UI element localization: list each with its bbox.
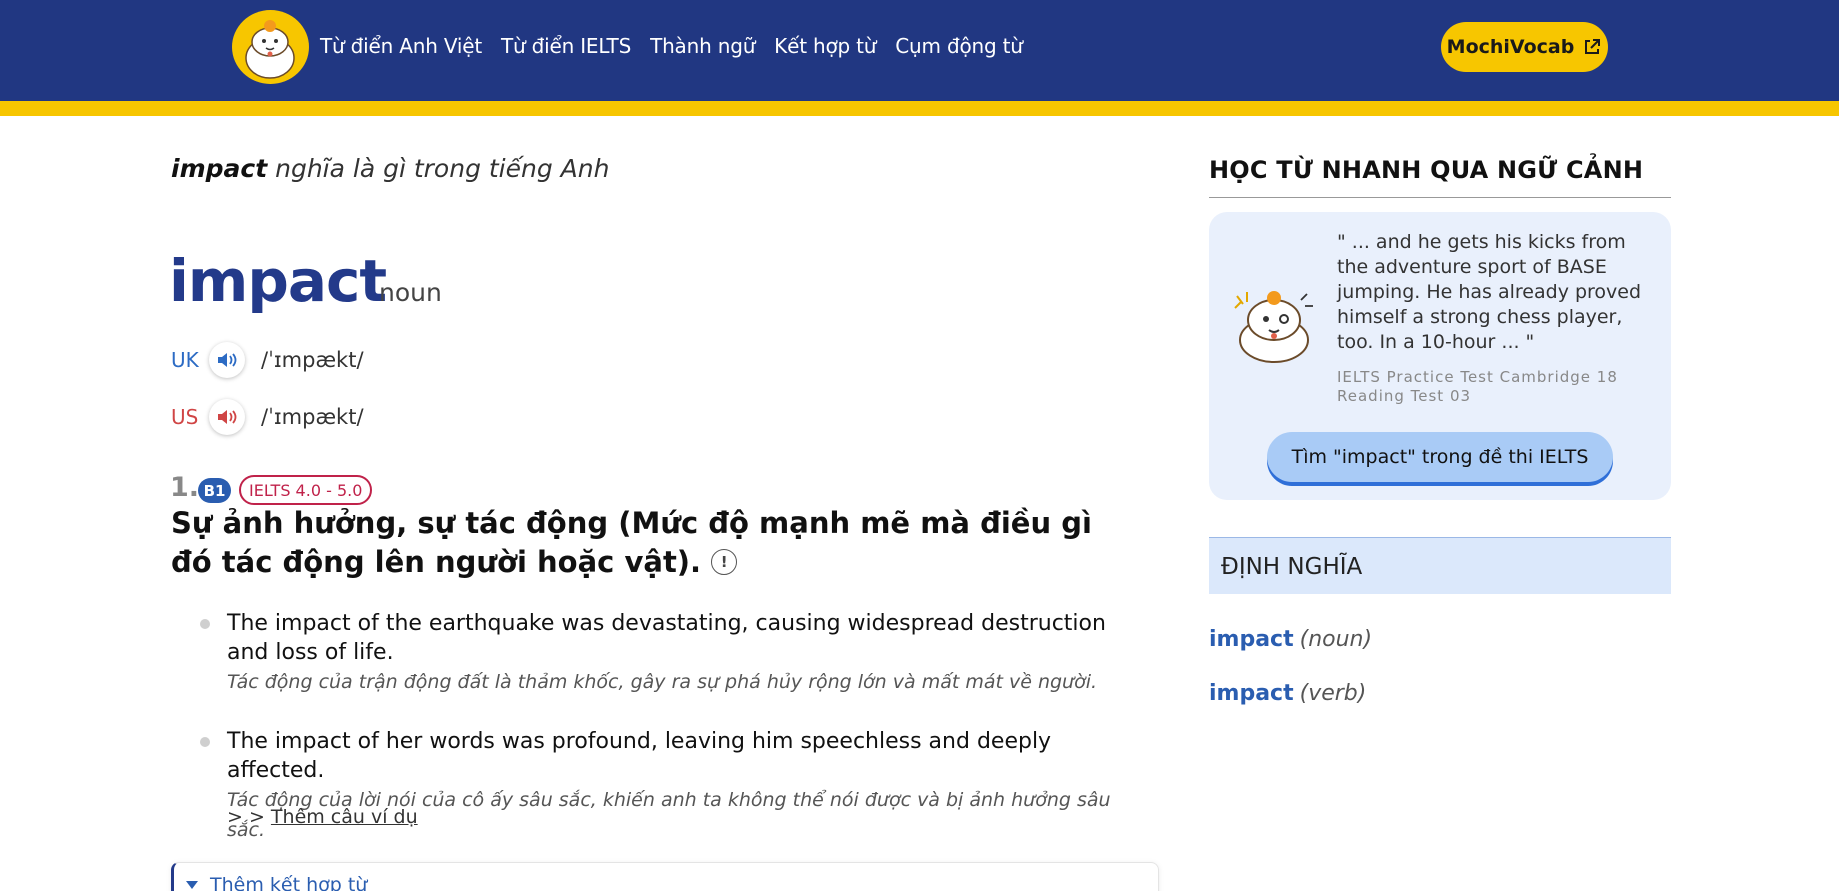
part-of-speech: noun (379, 278, 442, 307)
page-heading: impact nghĩa là gì trong tiếng Anh (171, 154, 609, 183)
info-icon[interactable]: ! (711, 549, 738, 575)
example-en: The impact of the earthquake was devasta… (227, 611, 1106, 665)
pron-uk-ipa: /ˈɪmpækt/ (261, 348, 364, 372)
pron-us-label: US (171, 405, 199, 429)
caret-down-icon (186, 881, 198, 889)
nav-dictionary-en-vi[interactable]: Từ điển Anh Việt (320, 34, 482, 58)
definition-pos: (noun) (1299, 627, 1373, 652)
more-prefix: > > (227, 806, 271, 828)
pron-us-ipa: /ˈɪmpækt/ (261, 405, 364, 429)
pron-uk-label: UK (171, 348, 199, 372)
nav-idioms[interactable]: Thành ngữ (650, 34, 755, 58)
section-divider (1209, 197, 1671, 198)
external-link-icon (1585, 39, 1601, 54)
definition-section-header: ĐỊNH NGHĨA (1209, 537, 1671, 594)
context-source: IELTS Practice Test Cambridge 18 Reading… (1337, 368, 1618, 405)
definition-word: impact (1209, 681, 1294, 706)
navbar-stripe (0, 101, 1839, 116)
context-section-title: HỌC TỪ NHANH QUA NGỮ CẢNH (1209, 156, 1644, 184)
mascot-icon (1234, 291, 1313, 363)
definition-pos: (verb) (1299, 681, 1367, 706)
main-nav: Từ điển Anh Việt Từ điển IELTS Thành ngữ… (320, 34, 1042, 58)
definition-link-noun[interactable]: impact (noun) (1209, 627, 1372, 652)
nav-ielts-dictionary[interactable]: Từ điển IELTS (501, 34, 631, 58)
speaker-icon (218, 410, 237, 424)
speaker-icon (218, 353, 237, 367)
definition-section-title: ĐỊNH NGHĨA (1221, 554, 1363, 580)
mascot-icon (245, 20, 295, 79)
definition-word: impact (1209, 627, 1294, 652)
nav-collocations[interactable]: Kết hợp từ (774, 34, 876, 58)
ielts-band-badge: IELTS 4.0 - 5.0 (239, 475, 373, 505)
more-examples-link[interactable]: Thêm câu ví dụ (271, 806, 418, 828)
definition-link-verb[interactable]: impact (verb) (1209, 681, 1366, 706)
heading-rest: nghĩa là gì trong tiếng Anh (267, 154, 610, 183)
sense-definition: Sự ảnh hưởng, sự tác động (Mức độ mạnh m… (171, 504, 1121, 582)
bullet-dot (200, 619, 210, 629)
pron-uk: UK /ˈɪmpækt/ (171, 342, 364, 378)
sense-number: 1. (170, 472, 200, 503)
definition-text: Sự ảnh hưởng, sự tác động (Mức độ mạnh m… (171, 506, 1092, 579)
nav-phrasal-verbs[interactable]: Cụm động từ (895, 34, 1023, 58)
entry-word: impact (169, 247, 387, 315)
example-item: The impact of the earthquake was devasta… (200, 609, 1150, 697)
more-examples: > > Thêm câu ví dụ (227, 806, 418, 828)
mochi-logo[interactable] (232, 10, 309, 84)
context-quote: " ... and he gets his kicks from the adv… (1337, 231, 1642, 353)
mochivocab-label: MochiVocab (1446, 36, 1575, 58)
example-en: The impact of her words was profound, le… (227, 729, 1052, 783)
bullet-dot (200, 737, 210, 747)
mochivocab-button[interactable]: MochiVocab (1441, 22, 1608, 72)
pron-us: US /ˈɪmpækt/ (171, 399, 364, 435)
collocation-label: Thêm kết hợp từ (210, 874, 368, 891)
heading-word: impact (171, 154, 268, 183)
cefr-badge: B1 (198, 478, 231, 503)
speaker-us-button[interactable] (209, 399, 245, 435)
speaker-uk-button[interactable] (209, 342, 245, 378)
search-in-ielts-button[interactable]: Tìm "impact" trong đề thi IELTS (1267, 432, 1613, 482)
context-card: " ... and he gets his kicks from the adv… (1209, 212, 1671, 500)
example-vi: Tác động của trận động đất là thảm khốc,… (227, 671, 1098, 693)
collocation-toggle[interactable]: Thêm kết hợp từ (171, 862, 1159, 891)
